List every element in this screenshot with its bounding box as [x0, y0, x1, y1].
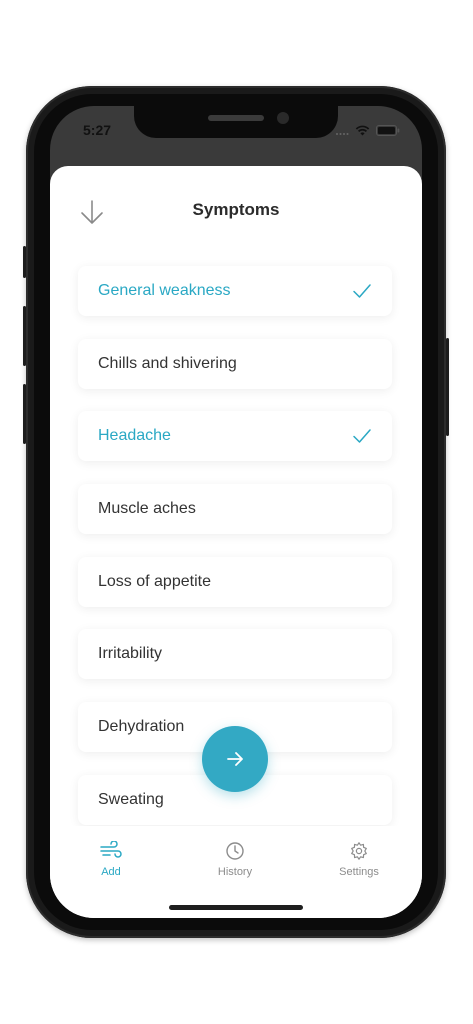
symptom-item-loss-of-appetite[interactable]: Loss of appetite [78, 556, 392, 607]
symptom-label: Chills and shivering [98, 354, 237, 372]
symptom-item-general-weakness[interactable]: General weakness [78, 266, 392, 316]
status-icons [335, 125, 400, 136]
symptom-label: General weakness [98, 282, 231, 299]
tab-label: History [217, 866, 253, 878]
gear-icon [351, 842, 367, 860]
status-time: 5:27 [83, 122, 112, 138]
symptom-label: Muscle aches [98, 500, 196, 518]
clock-icon [226, 842, 244, 860]
tab-settings[interactable]: Settings [319, 840, 399, 878]
tab-label: Settings [339, 866, 379, 878]
symptom-label: Headache [98, 427, 171, 445]
signal-icon [336, 132, 349, 135]
tab-bar: Add History Settings [50, 826, 422, 918]
wind-icon [100, 841, 122, 858]
next-button[interactable] [202, 726, 268, 792]
phone-frame: 5:27 Symptoms General weakness Chills an… [23, 86, 449, 938]
arrow-right-icon [227, 752, 243, 766]
check-icon [353, 429, 371, 444]
camera [277, 112, 289, 124]
symptom-label: Sweating [98, 790, 164, 808]
screen: 5:27 Symptoms General weakness Chills an… [50, 106, 422, 918]
symptom-item-muscle-aches[interactable]: Muscle aches [78, 484, 392, 535]
battery-icon [376, 125, 400, 136]
home-indicator[interactable] [169, 905, 303, 910]
symptom-label: Dehydration [98, 718, 185, 736]
wifi-icon [355, 125, 370, 136]
symptom-item-irritability[interactable]: Irritability [78, 629, 392, 680]
power-button [446, 338, 449, 436]
symptom-item-chills-and-shivering[interactable]: Chills and shivering [78, 338, 392, 389]
notch [134, 106, 338, 138]
symptoms-sheet: Symptoms General weakness Chills and shi… [50, 166, 422, 918]
volume-down-button [23, 384, 26, 444]
tab-add[interactable]: Add [71, 840, 151, 878]
check-icon [353, 284, 371, 298]
speaker [208, 115, 264, 121]
page-title: Symptoms [192, 200, 280, 219]
symptom-label: Loss of appetite [98, 572, 211, 590]
tab-history[interactable]: History [195, 840, 275, 878]
symptom-item-headache[interactable]: Headache [78, 411, 392, 462]
silent-switch [23, 246, 26, 278]
symptom-label: Irritability [98, 645, 163, 663]
tab-label: Add [101, 866, 121, 878]
volume-up-button [23, 306, 26, 366]
